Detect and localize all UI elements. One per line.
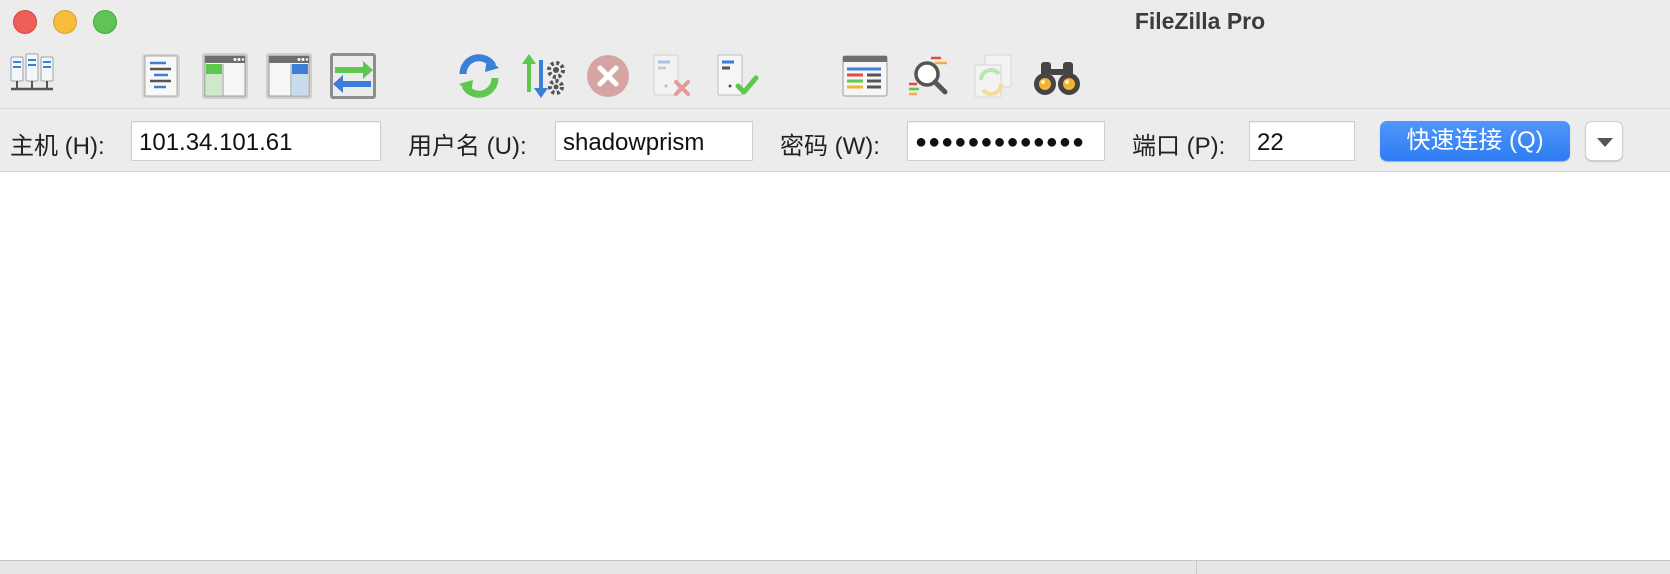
local-tree-icon (202, 53, 248, 99)
directory-comparison-button[interactable] (903, 50, 955, 102)
panel-divider (1196, 561, 1197, 574)
toggle-remote-tree-button[interactable] (263, 50, 315, 102)
refresh-button[interactable] (453, 50, 505, 102)
port-input[interactable]: 22 (1249, 121, 1355, 161)
remote-tree-icon (266, 53, 312, 99)
host-input[interactable]: 101.34.101.61 (131, 121, 381, 161)
quickconnect-history-dropdown[interactable] (1585, 121, 1623, 161)
chevron-down-icon (1597, 138, 1613, 147)
minimize-window-button[interactable] (53, 10, 77, 34)
process-queue-icon (522, 54, 565, 98)
title-bar: FileZilla Pro (0, 0, 1670, 44)
reconnect-button[interactable] (710, 50, 762, 102)
quickconnect-button[interactable]: 快速连接 (Q) (1380, 121, 1570, 161)
directory-comparison-icon (909, 56, 948, 96)
search-remote-files-button[interactable] (1031, 50, 1083, 102)
process-queue-button[interactable] (517, 50, 569, 102)
disconnect-icon (653, 54, 690, 96)
directory-filter-button[interactable] (839, 50, 891, 102)
toolbar (0, 44, 1670, 108)
port-label: 端口 (P): (1132, 133, 1226, 160)
site-manager-icon (10, 53, 54, 91)
message-log-panel[interactable] (0, 171, 1670, 561)
username-label: 用户名 (U): (408, 133, 527, 160)
refresh-icon (459, 54, 499, 98)
transfer-queue-icon (330, 53, 376, 99)
cancel-icon (587, 55, 629, 97)
directory-listing-filter-icon (842, 55, 888, 97)
username-input[interactable]: shadowprism (555, 121, 753, 161)
cancel-operation-button[interactable] (582, 50, 634, 102)
password-input[interactable]: ●●●●●●●●●●●●● (907, 121, 1105, 161)
toggle-message-log-button[interactable] (135, 50, 187, 102)
disconnect-button[interactable] (646, 50, 698, 102)
message-log-icon (142, 54, 180, 98)
synchronized-browsing-icon (974, 54, 1012, 98)
quickconnect-bar: 主机 (H): 101.34.101.61 用户名 (U): shadowpri… (0, 108, 1670, 171)
window-title: FileZilla Pro (1134, 8, 1266, 34)
host-label: 主机 (H): (10, 133, 105, 160)
close-window-button[interactable] (13, 10, 37, 34)
panel-splitter-strip[interactable] (0, 561, 1670, 574)
toggle-transfer-queue-button[interactable] (327, 50, 379, 102)
toggle-local-tree-button[interactable] (199, 50, 251, 102)
synchronized-browsing-button[interactable] (967, 50, 1019, 102)
maximize-window-button[interactable] (93, 10, 117, 34)
password-label: 密码 (W): (780, 133, 880, 160)
search-remote-files-icon (1034, 62, 1080, 95)
reconnect-icon (717, 54, 759, 96)
site-manager-button[interactable] (6, 50, 58, 102)
